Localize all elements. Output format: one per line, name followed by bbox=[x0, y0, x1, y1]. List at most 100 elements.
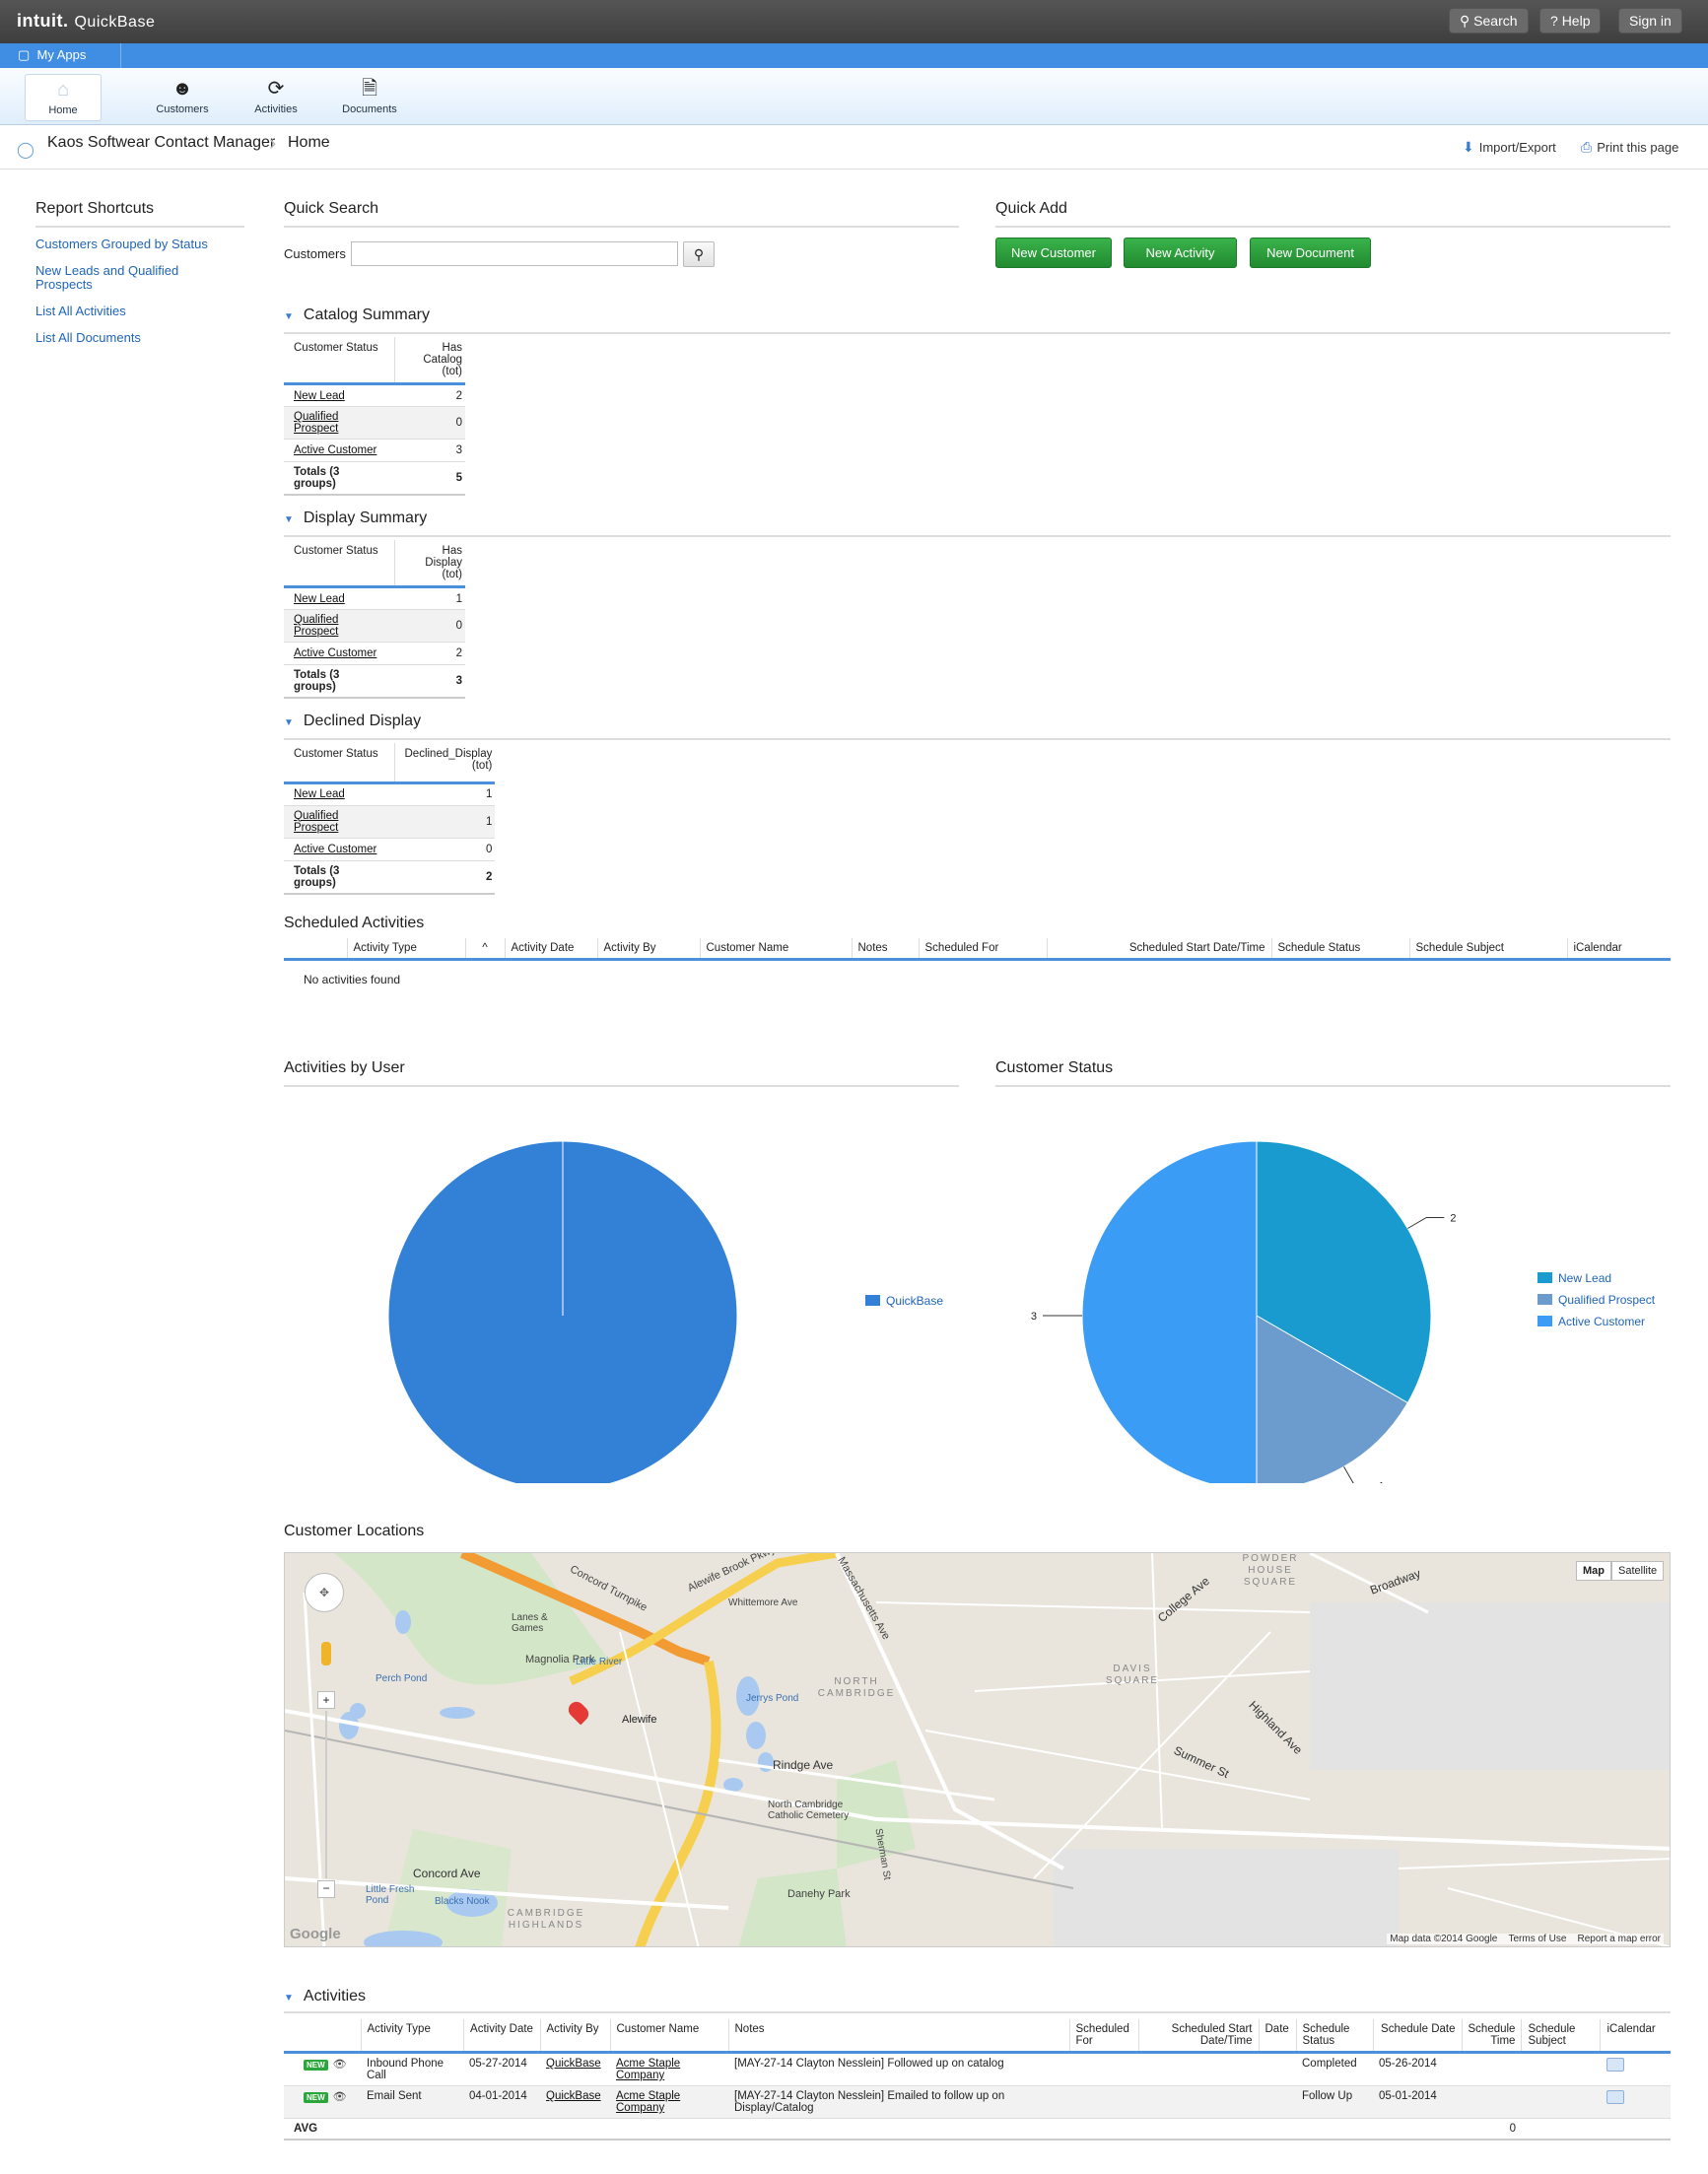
printer-icon: ⎙ bbox=[1581, 139, 1593, 155]
sign-in-button[interactable]: Sign in bbox=[1618, 8, 1682, 34]
status-link[interactable]: New Lead bbox=[294, 390, 345, 402]
my-apps-link[interactable]: ▢ My Apps bbox=[18, 43, 121, 68]
shortcut-customers-grouped[interactable]: Customers Grouped by Status bbox=[35, 238, 244, 251]
col-header[interactable]: Schedule Subject bbox=[1409, 938, 1568, 961]
col-header[interactable]: Scheduled For bbox=[919, 938, 1048, 961]
icalendar-icon[interactable] bbox=[1606, 2058, 1624, 2072]
col-header[interactable]: Schedule Subject bbox=[1521, 2019, 1602, 2054]
map-label: NORTH CAMBRIDGE bbox=[817, 1676, 896, 1699]
status-link[interactable]: Active Customer bbox=[294, 444, 376, 456]
eye-icon[interactable]: 👁 bbox=[333, 2059, 347, 2071]
shortcut-list-documents[interactable]: List All Documents bbox=[35, 331, 244, 345]
pan-control[interactable]: ✥ bbox=[305, 1573, 344, 1612]
icalendar-icon[interactable] bbox=[1606, 2090, 1624, 2104]
status-link[interactable]: Active Customer bbox=[294, 844, 376, 855]
col-header[interactable]: iCalendar bbox=[1600, 2019, 1671, 2054]
search-submit-button[interactable]: ⚲ bbox=[683, 241, 715, 267]
col-header[interactable]: iCalendar bbox=[1567, 938, 1671, 961]
sort-ascending-icon[interactable]: ^ bbox=[465, 938, 506, 961]
status-link[interactable]: Active Customer bbox=[294, 647, 376, 659]
terms-link[interactable]: Terms of Use bbox=[1508, 1934, 1566, 1944]
zoom-slider[interactable] bbox=[325, 1711, 327, 1878]
status-link[interactable]: Qualified Prospect bbox=[294, 411, 338, 435]
col-header[interactable]: Schedule Status bbox=[1296, 2019, 1374, 2054]
legend-entry[interactable]: Qualified Prospect bbox=[1558, 1293, 1656, 1307]
col-header[interactable]: Activity Date bbox=[505, 938, 598, 961]
collapse-triangle-icon[interactable]: ▼ bbox=[284, 1993, 294, 2004]
print-link[interactable]: ⎙ Print this page bbox=[1581, 139, 1678, 156]
quick-search-label: Customers bbox=[284, 246, 346, 261]
col-header[interactable]: Has Catalog (tot) bbox=[394, 337, 465, 385]
report-map-error-link[interactable]: Report a map error bbox=[1578, 1934, 1661, 1944]
legend-entry[interactable]: Active Customer bbox=[1558, 1315, 1645, 1328]
col-header[interactable]: Scheduled Start Date/Time bbox=[1047, 938, 1272, 961]
shortcut-list-activities[interactable]: List All Activities bbox=[35, 305, 244, 318]
status-link[interactable]: Qualified Prospect bbox=[294, 614, 338, 638]
activities-by-user-title: Activities by User bbox=[284, 1059, 959, 1087]
customer-name-link[interactable]: Acme Staple Company bbox=[616, 2058, 680, 2081]
col-header[interactable]: Customer Name bbox=[610, 2019, 729, 2054]
col-header[interactable]: Customer Name bbox=[700, 938, 853, 961]
col-header[interactable]: Has Display (tot) bbox=[394, 540, 465, 588]
eye-icon[interactable]: 👁 bbox=[333, 2091, 347, 2103]
col-header[interactable]: Notes bbox=[852, 938, 920, 961]
pie-data-label: 1 bbox=[1379, 1480, 1385, 1483]
top-bar: intuit. QuickBase ⚲ Search ? Help Sign in bbox=[0, 0, 1708, 43]
import-export-link[interactable]: ⬇ Import/Export bbox=[1463, 139, 1556, 156]
pie-label-leader bbox=[1343, 1466, 1354, 1483]
col-header[interactable]: Activity Type bbox=[361, 2019, 464, 2054]
col-header[interactable]: Activity By bbox=[540, 2019, 611, 2054]
col-header[interactable]: Activity Date bbox=[463, 2019, 541, 2054]
col-header[interactable]: Schedule Status bbox=[1271, 938, 1410, 961]
shortcut-new-leads[interactable]: New Leads and Qualified Prospects bbox=[35, 264, 203, 292]
zoom-out-button[interactable]: − bbox=[317, 1880, 335, 1898]
breadcrumb: ◯ Kaos Softwear Contact Manager › Home ⬇… bbox=[0, 126, 1708, 170]
pegman-icon[interactable] bbox=[321, 1642, 331, 1665]
table-row: NEW 👁 Email Sent 04-01-2014 QuickBase Acm… bbox=[284, 2085, 1671, 2119]
customer-search-input[interactable] bbox=[351, 241, 678, 266]
map-label: Rindge Ave bbox=[773, 1758, 834, 1772]
customer-status: Customer Status 2 1 3 New Lead Qualified Pro… bbox=[995, 1059, 1671, 1483]
status-link[interactable]: New Lead bbox=[294, 788, 345, 800]
activity-by-link[interactable]: QuickBase bbox=[546, 2090, 601, 2102]
help-button[interactable]: ? Help bbox=[1539, 8, 1602, 34]
search-button[interactable]: ⚲ Search bbox=[1449, 8, 1529, 34]
col-header[interactable]: Schedule Time bbox=[1462, 2019, 1523, 2054]
col-header[interactable]: Date bbox=[1259, 2019, 1297, 2054]
nav-customers[interactable]: ☻ Customers bbox=[141, 78, 224, 115]
activity-by-link[interactable]: QuickBase bbox=[546, 2058, 601, 2070]
new-customer-button[interactable]: New Customer bbox=[995, 238, 1112, 268]
col-header[interactable]: Scheduled Start Date/Time bbox=[1138, 2019, 1260, 2054]
col-header[interactable]: Declined_Display (tot) bbox=[394, 743, 496, 784]
customer-name-link[interactable]: Acme Staple Company bbox=[616, 2090, 680, 2114]
breadcrumb-app[interactable]: Kaos Softwear Contact Manager bbox=[47, 134, 275, 152]
nav-activities[interactable]: ⟳ Activities bbox=[235, 78, 317, 115]
status-link[interactable]: New Lead bbox=[294, 593, 345, 605]
col-header[interactable]: Activity Type bbox=[347, 938, 466, 961]
quickbase-logo[interactable]: intuit. QuickBase bbox=[17, 11, 155, 32]
legend-entry[interactable]: QuickBase bbox=[886, 1294, 943, 1308]
map-type-map-button[interactable]: Map bbox=[1576, 1561, 1611, 1581]
collapse-triangle-icon[interactable]: ▼ bbox=[284, 514, 294, 525]
map-type-satellite-button[interactable]: Satellite bbox=[1611, 1561, 1665, 1581]
legend-entry[interactable]: New Lead bbox=[1558, 1271, 1611, 1285]
catalog-summary: ▼ Catalog Summary Customer Status Has Cata… bbox=[284, 306, 1671, 496]
customer-map[interactable]: Magnolia Park Lanes & Games Concord Turn… bbox=[284, 1552, 1671, 1947]
col-header[interactable]: Notes bbox=[728, 2019, 1070, 2054]
col-header[interactable]: Schedule Date bbox=[1373, 2019, 1463, 2054]
breadcrumb-page: Home bbox=[288, 134, 330, 151]
new-document-button[interactable]: New Document bbox=[1250, 238, 1371, 268]
collapse-triangle-icon[interactable]: ▼ bbox=[284, 311, 294, 322]
zoom-in-button[interactable]: + bbox=[317, 1691, 335, 1709]
new-activity-button[interactable]: New Activity bbox=[1124, 238, 1237, 268]
col-header[interactable]: Customer Status bbox=[284, 743, 395, 784]
col-header[interactable]: Scheduled For bbox=[1069, 2019, 1139, 2054]
nav-documents[interactable]: 🗎 Documents bbox=[328, 78, 411, 115]
col-header[interactable]: Customer Status bbox=[284, 337, 395, 385]
pie-slice-active-customer[interactable] bbox=[1081, 1140, 1258, 1483]
col-header[interactable]: Customer Status bbox=[284, 540, 395, 588]
collapse-triangle-icon[interactable]: ▼ bbox=[284, 717, 294, 728]
col-header[interactable]: Activity By bbox=[597, 938, 701, 961]
nav-home[interactable]: ⌂ Home bbox=[25, 74, 102, 121]
status-link[interactable]: Qualified Prospect bbox=[294, 810, 338, 834]
